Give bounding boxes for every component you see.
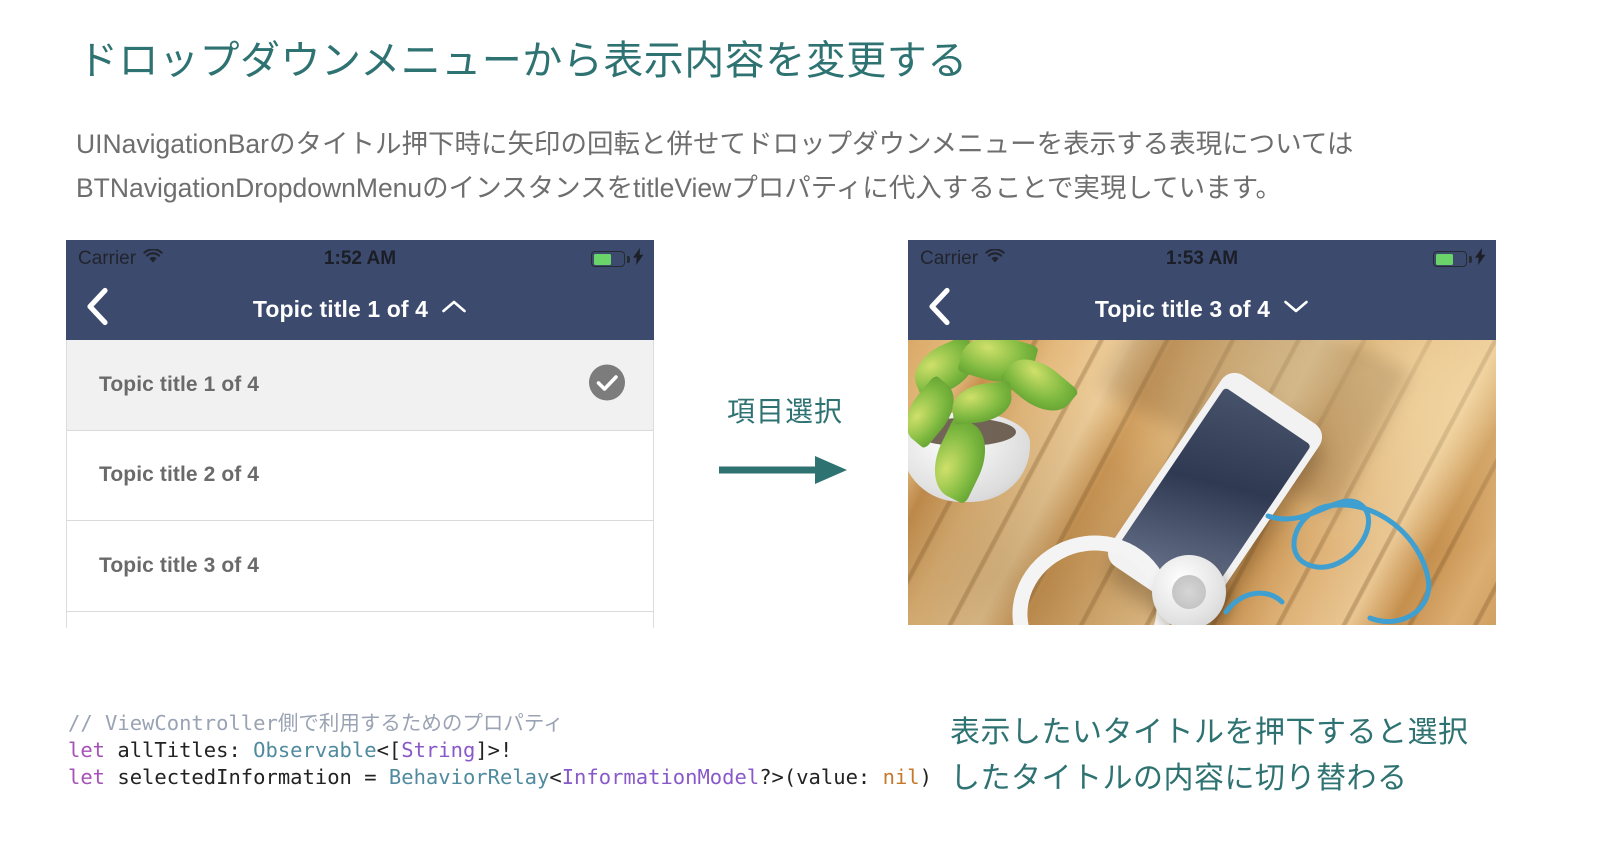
code-type-string: String	[401, 738, 476, 762]
battery-cap	[1469, 255, 1472, 263]
code-generic-close-1: ]>!	[475, 738, 513, 762]
nav-title-label: Topic title 1 of 4	[252, 295, 429, 322]
list-item[interactable]: Topic title 2 of 4	[67, 430, 653, 521]
chevron-left-icon[interactable]	[84, 287, 110, 332]
status-bar-right: Carrier 1:53 AM	[908, 240, 1496, 278]
slide-body-text: UINavigationBarのタイトル押下時に矢印の回転と併せてドロップダウン…	[76, 129, 1354, 203]
list-item-label: Topic title 2 of 4	[99, 463, 260, 487]
list-item[interactable]: Topic title 3 of 4	[67, 521, 653, 612]
check-circle-icon	[587, 362, 627, 407]
list-item-label: Topic title 1 of 4	[99, 372, 260, 396]
chevron-left-icon[interactable]	[926, 287, 952, 332]
battery-cap	[627, 255, 630, 263]
battery-icon	[1433, 251, 1467, 267]
headphone-ear-cup	[1152, 555, 1226, 625]
battery-icon	[591, 251, 625, 267]
phone-mock-right: Carrier 1:53 AM Topic title 3 of 4	[908, 240, 1496, 625]
transition-indicator: 項目選択	[700, 390, 870, 493]
arrow-right-icon	[700, 452, 870, 493]
code-type-observable: Observable	[253, 738, 377, 762]
status-bar-time-right: 1:53 AM	[1165, 248, 1239, 269]
transition-label: 項目選択	[726, 396, 843, 427]
code-keyword-let-1: let	[68, 738, 106, 762]
code-generic-mid-2: ?>(value:	[759, 765, 883, 789]
nav-bar-right: Topic title 3 of 4	[908, 278, 1496, 340]
content-photo	[908, 340, 1496, 625]
nav-title-button-right[interactable]: Topic title 3 of 4	[1095, 296, 1309, 323]
battery-group-left	[591, 247, 644, 271]
chevron-down-icon	[1283, 299, 1309, 319]
caption-right: 表示したいタイトルを押下すると選択したタイトルの内容に切り替わる	[950, 716, 1469, 795]
list-item[interactable]: Topic title 1 of 4	[67, 340, 653, 431]
phone-mock-left: Carrier 1:52 AM Topic title 1 of 4 Topic…	[66, 240, 654, 628]
code-varname-1: allTitles:	[105, 738, 254, 762]
code-generic-close-2: )	[919, 765, 932, 789]
code-varname-2: selectedInformation =	[105, 765, 389, 789]
dropdown-menu-list[interactable]: Topic title 1 of 4 Topic title 2 of 4 To…	[66, 340, 654, 628]
code-literal-nil: nil	[882, 765, 920, 789]
page-title: ドロップダウンメニューから表示内容を変更する	[78, 39, 968, 83]
status-bar-time-left: 1:52 AM	[323, 248, 397, 269]
code-generic-open-2: <	[549, 765, 562, 789]
code-generic-open-1: <[	[376, 738, 402, 762]
code-type-informationmodel: InformationModel	[561, 765, 760, 789]
nav-bar-left: Topic title 1 of 4	[66, 278, 654, 340]
list-item-label: Topic title 3 of 4	[99, 553, 260, 577]
lightning-bolt-icon	[633, 247, 644, 271]
code-comment-line: // ViewController側で利用するためのプロパティ	[68, 711, 564, 735]
code-keyword-let-2: let	[68, 765, 106, 789]
code-type-behaviorrelay: BehaviorRelay	[388, 765, 550, 789]
nav-title-label: Topic title 3 of 4	[1094, 295, 1271, 322]
status-bar-left: Carrier 1:52 AM	[66, 240, 654, 278]
nav-title-button-left[interactable]: Topic title 1 of 4	[253, 296, 467, 323]
battery-group-right	[1433, 247, 1486, 271]
code-snippet: // ViewController側で利用するためのプロパティ let allT…	[68, 710, 932, 791]
lightning-bolt-icon	[1475, 247, 1486, 271]
chevron-up-icon	[441, 299, 467, 319]
